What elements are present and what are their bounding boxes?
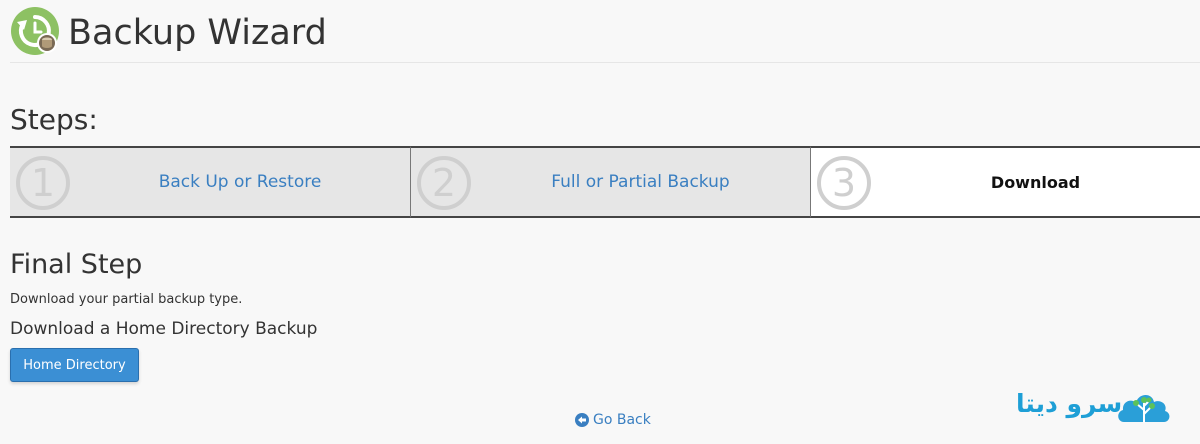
cloud-tree-logo xyxy=(1118,394,1170,423)
page-header: Backup Wizard xyxy=(10,0,1200,63)
step-number-1: 1 xyxy=(16,156,70,210)
steps-heading: Steps: xyxy=(10,103,98,136)
page-title: Backup Wizard xyxy=(68,13,327,53)
final-step-description: Download your partial backup type. xyxy=(10,292,243,307)
go-back-link[interactable]: Go Back xyxy=(575,411,651,429)
step-number-2: 2 xyxy=(417,156,471,210)
step-label-download-active: Download xyxy=(990,172,1081,192)
watermark: سرو دیتا xyxy=(1016,386,1172,428)
home-directory-button[interactable]: Home Directory xyxy=(10,348,139,382)
step-back-up-or-restore: 1 Back Up or Restore xyxy=(10,146,410,218)
backup-restore-icon xyxy=(11,7,59,55)
backup-wizard-page: Backup Wizard Steps: 1 Back Up or Restor… xyxy=(0,0,1200,444)
step-number-3: 3 xyxy=(817,156,871,210)
step-full-or-partial-backup: 2 Full or Partial Backup xyxy=(410,146,810,218)
final-step-heading: Final Step xyxy=(10,249,143,280)
steps-bar: 1 Back Up or Restore 2 Full or Partial B… xyxy=(10,146,1200,218)
watermark-text: سرو دیتا xyxy=(1016,389,1123,418)
step-link-back-up-or-restore[interactable]: Back Up or Restore xyxy=(70,148,410,216)
step-download: 3 Download xyxy=(810,146,1200,218)
go-back-label: Go Back xyxy=(593,412,651,428)
step-link-full-or-partial-backup[interactable]: Full or Partial Backup xyxy=(471,148,810,216)
arrow-circle-left-icon xyxy=(575,413,589,427)
home-directory-backup-heading: Download a Home Directory Backup xyxy=(10,319,318,339)
